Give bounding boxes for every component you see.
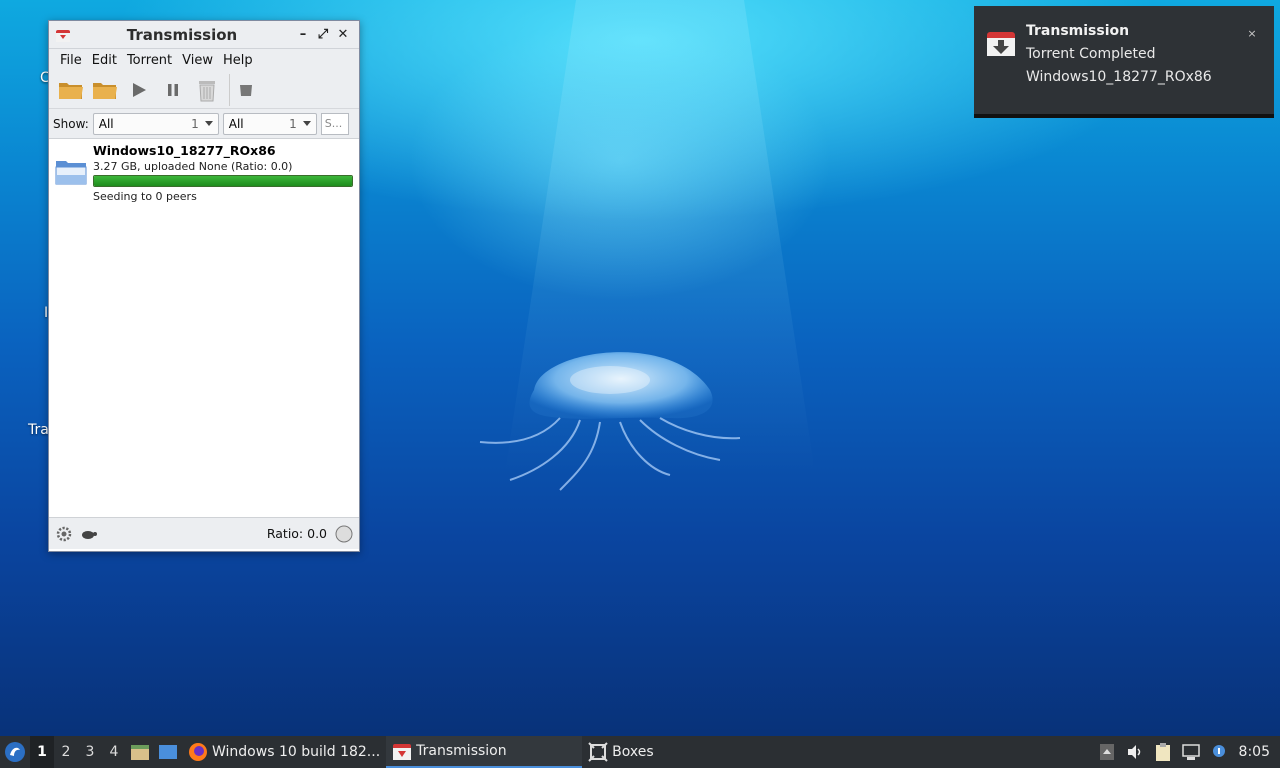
task-transmission[interactable]: Transmission [386,736,583,768]
task-label: Boxes [612,744,654,760]
torrent-list[interactable]: Windows10_18277_ROx86 3.27 GB, uploaded … [49,139,359,517]
notification-title: Transmission [1026,23,1130,39]
show-label: Show: [53,116,89,131]
workspace-2[interactable]: 2 [54,736,78,768]
search-input[interactable]: S... [320,112,349,135]
activity-filter-value: All [98,116,114,131]
notification-popup[interactable]: Transmission Torrent Completed Windows10… [974,6,1274,118]
volume-button[interactable] [1121,736,1149,768]
desktop-icon-label[interactable]: Tra [28,422,49,438]
torrent-row[interactable]: Windows10_18277_ROx86 3.27 GB, uploaded … [49,141,359,203]
chevron-down-icon [302,121,311,126]
notification-torrent-name: Windows10_18277_ROx86 [1026,69,1212,85]
boxes-icon [588,742,608,762]
workspace-4[interactable]: 4 [102,736,126,768]
clipboard-button[interactable] [1149,736,1177,768]
menu-torrent[interactable]: Torrent [122,53,177,68]
open-url-icon [93,82,117,99]
menu-help[interactable]: Help [218,53,258,68]
minimize-button[interactable]: – [293,25,313,45]
open-icon [59,82,83,99]
info-icon [1212,745,1225,757]
menu-file[interactable]: File [55,53,87,68]
ratio-label: Ratio: 0.0 [266,526,327,541]
network-icon [1181,744,1200,760]
transmission-icon [987,32,1015,56]
file-manager-launcher[interactable] [126,736,154,768]
torrent-name: Windows10_18277_ROx86 [93,143,276,158]
network-button[interactable] [1177,736,1205,768]
toolbar [49,71,359,109]
pause-button[interactable] [157,74,189,106]
jellyfish-image [479,352,741,491]
filter-bar: Show: All 1 All 1 S... [49,109,359,139]
activity-filter-combo[interactable]: All 1 [92,112,219,135]
task-firefox[interactable]: Windows 10 build 182... [182,736,386,768]
maximize-button[interactable]: ⤢ [313,25,333,45]
progress-fill [94,176,352,186]
show-desktop-launcher[interactable] [154,736,182,768]
chevron-down-icon [204,121,213,126]
close-button[interactable]: ✕ [333,25,353,45]
workspace-1[interactable]: 1 [30,736,54,768]
window-title: Transmission [126,25,238,44]
tracker-filter-count: 1 [289,116,297,131]
activity-filter-count: 1 [191,116,199,131]
desktop-icon [159,745,177,759]
remove-icon [199,80,215,101]
firefox-icon [189,743,207,761]
task-boxes[interactable]: Boxes [582,736,660,768]
tray-expand-button[interactable] [1093,736,1121,768]
tracker-filter-value: All [228,116,244,131]
folder-icon [55,161,87,185]
transmission-icon [56,29,70,42]
start-menu-button[interactable] [0,737,30,767]
clock[interactable]: 8:05 [1233,744,1280,760]
menubar: File Edit Torrent View Help [49,49,359,71]
start-icon [133,82,146,97]
properties-icon [239,84,252,96]
menu-edit[interactable]: Edit [87,53,122,68]
file-manager-icon [131,745,149,760]
remove-button[interactable] [191,74,223,106]
menu-view[interactable]: View [177,53,218,68]
turtle-icon[interactable] [79,527,99,541]
taskbar: 1 2 3 4 Windows 10 build 182... Transmis… [0,736,1280,768]
chevron-up-icon [1099,744,1114,760]
gear-icon[interactable] [55,525,73,543]
transmission-icon [393,744,412,760]
transmission-window: Transmission – ⤢ ✕ File Edit Torrent Vie… [48,20,360,552]
torrent-details: 3.27 GB, uploaded None (Ratio: 0.0) [93,160,293,173]
notification-indicator[interactable] [1205,736,1233,768]
clipboard-icon [1155,743,1170,761]
workspace-3[interactable]: 3 [78,736,102,768]
pause-icon [168,83,178,96]
properties-button[interactable] [229,73,261,106]
lxqt-menu-icon [5,742,25,762]
system-tray: 8:05 [1093,736,1280,768]
task-label: Windows 10 build 182... [212,744,381,760]
start-button[interactable] [123,74,155,106]
torrent-status: Seeding to 0 peers [93,190,197,203]
task-label: Transmission [416,743,507,759]
notification-message: Torrent Completed [1026,46,1156,62]
open-url-button[interactable] [89,74,121,106]
ratio-icon[interactable] [335,525,353,543]
volume-icon [1127,745,1140,759]
tracker-filter-combo[interactable]: All 1 [222,112,317,135]
progress-bar [93,175,353,187]
statusbar: Ratio: 0.0 [49,517,359,549]
notification-close-button[interactable]: × [1244,26,1260,42]
open-button[interactable] [55,74,87,106]
window-titlebar[interactable]: Transmission – ⤢ ✕ [49,21,359,49]
